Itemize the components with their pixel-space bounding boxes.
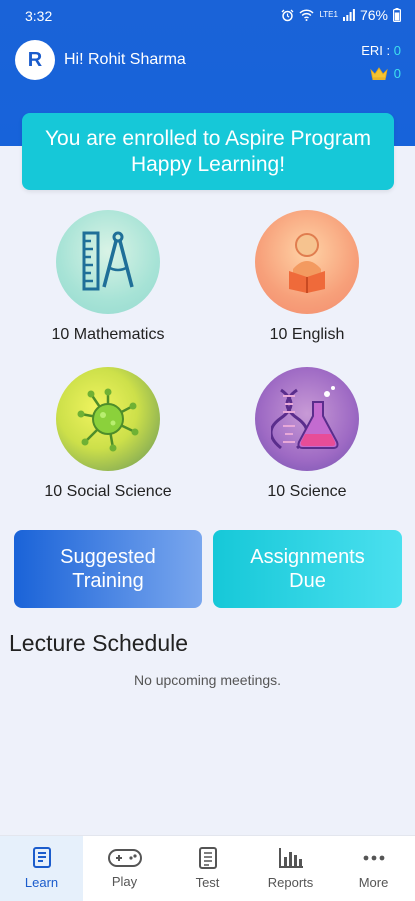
subject-tile-social-science[interactable]: 10 Social Science — [13, 367, 203, 501]
eri-label: ERI : — [361, 43, 391, 58]
test-sheet-icon — [198, 847, 217, 869]
ruler-compass-icon — [82, 231, 134, 291]
bar-chart-icon — [278, 848, 303, 868]
eri-score: ERI : 0 — [361, 43, 401, 58]
lecture-schedule-title: Lecture Schedule — [9, 630, 189, 656]
no-meetings-text: No upcoming meetings. — [133, 672, 282, 688]
status-time: 3:32 — [25, 8, 53, 24]
suggested-line-1: Suggested — [60, 546, 156, 568]
assignments-due-button[interactable]: Assignments Due — [213, 530, 402, 608]
signal-icon — [342, 9, 355, 21]
battery-percent: 76% — [359, 7, 388, 23]
nav-label: Learn — [24, 875, 59, 890]
suggested-line-2: Training — [72, 570, 144, 592]
subject-tile-english[interactable]: 10 English — [212, 210, 402, 344]
nav-item-reports[interactable]: Reports — [249, 836, 332, 901]
network-type: LTE1 — [319, 10, 338, 19]
nav-label: More — [358, 875, 389, 890]
avatar[interactable]: R — [15, 40, 55, 80]
status-bar: 3:32 LTE1 76% — [0, 0, 415, 32]
nav-item-test[interactable]: Test — [166, 836, 249, 901]
nav-item-learn[interactable]: Learn — [0, 836, 83, 901]
subject-label: 10 Social Science — [44, 483, 172, 500]
subject-tile-science[interactable]: 10 Science — [212, 367, 402, 501]
subject-label: 10 English — [269, 326, 345, 343]
bottom-navigation: Learn Play Test Reports More — [0, 835, 415, 901]
subject-icon-circle — [56, 210, 160, 314]
enrollment-banner: You are enrolled to Aspire Program Happy… — [22, 113, 394, 190]
book-icon — [32, 847, 51, 868]
assignments-line-1: Assignments — [250, 546, 365, 568]
status-icons: LTE1 76% — [281, 7, 401, 23]
banner-line-2: Happy Learning! — [130, 152, 286, 176]
suggested-training-button[interactable]: Suggested Training — [14, 530, 202, 608]
subject-icon-circle — [56, 367, 160, 471]
banner-line-1: You are enrolled to Aspire Program — [44, 126, 372, 150]
alarm-icon — [281, 9, 294, 21]
greeting-text: Hi! Rohit Sharma — [64, 51, 186, 68]
nav-item-play[interactable]: Play — [83, 836, 166, 901]
nav-label: Test — [195, 875, 220, 890]
battery-icon — [393, 8, 401, 22]
crown-value: 0 — [393, 66, 401, 81]
subject-icon-circle — [255, 367, 359, 471]
assignments-line-2: Due — [289, 570, 326, 592]
eri-value: 0 — [393, 43, 401, 58]
wifi-icon — [299, 9, 314, 21]
crown-score: 0 — [370, 66, 401, 81]
reading-person-icon — [289, 233, 325, 293]
nav-label: Reports — [267, 875, 314, 890]
nav-item-more[interactable]: More — [332, 836, 415, 901]
nav-label: Play — [111, 874, 138, 889]
more-dots-icon — [363, 855, 384, 861]
gamepad-icon — [107, 849, 142, 867]
virus-icon — [77, 388, 139, 452]
subject-icon-circle — [255, 210, 359, 314]
subject-label: 10 Mathematics — [51, 326, 165, 343]
subject-tile-mathematics[interactable]: 10 Mathematics — [13, 210, 203, 344]
subject-label: 10 Science — [267, 483, 347, 500]
dna-flask-icon — [271, 386, 339, 450]
crown-icon — [370, 67, 388, 80]
